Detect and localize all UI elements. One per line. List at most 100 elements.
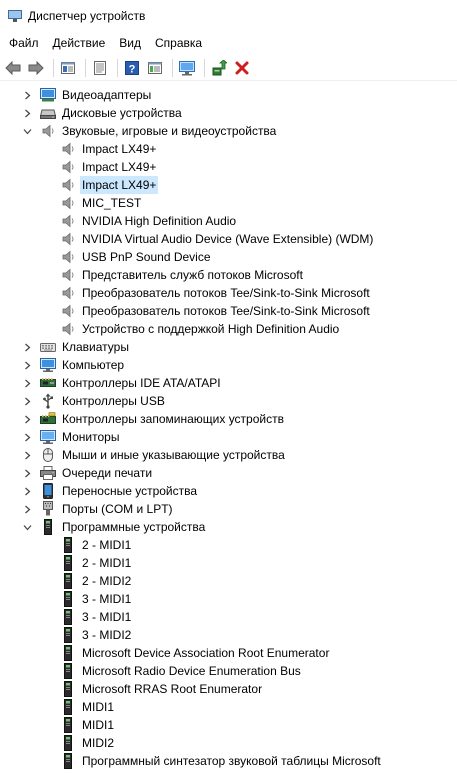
tree-category[interactable]: Видеоадаптеры [22,86,153,104]
view-icon[interactable] [145,58,165,78]
chevron-right-icon[interactable] [22,378,32,388]
keyboard-icon [40,339,56,355]
chevron-right-icon[interactable] [22,360,32,370]
uninstall-icon[interactable] [232,58,252,78]
tree-item-label: 2 - MIDI2 [82,574,132,588]
tree-device[interactable]: MIDI1 [60,716,116,734]
tree-item-label: Программные устройства [62,520,206,534]
tree-device[interactable]: Impact LX49+ [60,158,158,176]
tree-item-label: MIDI2 [82,736,115,750]
tree-category[interactable]: Дисковые устройства [22,104,184,122]
back-icon[interactable] [3,58,23,78]
software-device-icon [60,717,76,733]
tree-item-label: Очереди печати [62,466,153,480]
tree-device[interactable]: MIC_TEST [60,194,143,212]
toolbar-separator [172,58,173,77]
chevron-right-icon[interactable] [22,342,32,352]
software-device-icon [60,753,76,769]
tree-device[interactable]: Программный синтезатор звуковой таблицы … [60,752,383,770]
tree-item-label: Дисковые устройства [62,106,182,120]
tree-category[interactable]: Порты (COM и LPT) [22,500,175,518]
chevron-right-icon[interactable] [22,396,32,406]
tree-device[interactable]: 3 - MIDI1 [60,608,133,626]
tree-device[interactable]: 3 - MIDI1 [60,590,133,608]
tree-item-label: Microsoft Device Association Root Enumer… [82,646,330,660]
tree-device[interactable]: USB PnP Sound Device [60,248,213,266]
tree-device[interactable]: MIDI1 [60,698,116,716]
tree-device[interactable]: Microsoft Radio Device Enumeration Bus [60,662,303,680]
speaker-icon [60,267,76,283]
tree-category[interactable]: Клавиатуры [22,338,131,356]
forward-icon[interactable] [26,58,46,78]
tree-category[interactable]: Звуковые, игровые и видеоустройства [22,122,278,140]
menu-help[interactable]: Справка [148,33,209,53]
tree-category[interactable]: Переносные устройства [22,482,199,500]
speaker-icon [60,159,76,175]
tree-item-label: Звуковые, игровые и видеоустройства [62,124,277,138]
tree-category[interactable]: Программные устройства [22,518,207,536]
tree-item-label: Impact LX49+ [82,142,157,156]
tree-device[interactable]: NVIDIA Virtual Audio Device (Wave Extens… [60,230,375,248]
update-driver-icon[interactable] [209,58,229,78]
speaker-icon [60,177,76,193]
tree-item-label: MIDI1 [82,718,115,732]
tree-item-label: Контроллеры запоминающих устройств [62,412,284,426]
menu-file[interactable]: Файл [2,33,46,53]
chevron-right-icon[interactable] [22,414,32,424]
toolbar-separator [53,58,54,77]
tree-device[interactable]: Устройство с поддержкой High Definition … [60,320,341,338]
tree-device[interactable]: 2 - MIDI1 [60,536,133,554]
toolbar: ? [0,55,457,81]
tree-device[interactable]: Microsoft Device Association Root Enumer… [60,644,331,662]
tree-device[interactable]: NVIDIA High Definition Audio [60,212,238,230]
tree-device[interactable]: Представитель служб потоков Microsoft [60,266,305,284]
menu-view[interactable]: Вид [112,33,148,53]
chevron-right-icon[interactable] [22,108,32,118]
tree-item-label: 2 - MIDI1 [82,538,132,552]
details-icon[interactable] [90,58,110,78]
chevron-down-icon[interactable] [22,522,32,532]
tree-category[interactable]: Контроллеры IDE ATA/ATAPI [22,374,223,392]
chevron-down-icon[interactable] [22,126,32,136]
tree-device[interactable]: Преобразователь потоков Tee/Sink-to-Sink… [60,284,372,302]
chevron-right-icon[interactable] [22,468,32,478]
tree-category[interactable]: Компьютер [22,356,126,374]
monitor-scan-icon[interactable] [177,58,197,78]
chevron-right-icon[interactable] [22,486,32,496]
tree-device[interactable]: Преобразователь потоков Tee/Sink-to-Sink… [60,302,372,320]
tree-device[interactable]: Impact LX49+ [60,176,159,194]
tree-category[interactable]: Контроллеры запоминающих устройств [22,410,286,428]
chevron-right-icon[interactable] [22,432,32,442]
software-device-icon [60,645,76,661]
tree-item-label: 2 - MIDI1 [82,556,132,570]
tree-category[interactable]: Мыши и иные указывающие устройства [22,446,287,464]
properties-icon[interactable] [58,58,78,78]
tree-category[interactable]: Очереди печати [22,464,154,482]
tree-device[interactable]: Microsoft RRAS Root Enumerator [60,680,264,698]
tree-device[interactable]: 2 - MIDI2 [60,572,133,590]
tree-device[interactable]: Impact LX49+ [60,140,158,158]
menu-action[interactable]: Действие [46,33,113,53]
chevron-right-icon[interactable] [22,90,32,100]
window-title: Диспетчер устройств [28,9,146,23]
speaker-icon [60,213,76,229]
tree-device[interactable]: 2 - MIDI1 [60,554,133,572]
help-icon[interactable]: ? [122,58,142,78]
software-device-icon [60,609,76,625]
tree-item-label: Контроллеры IDE ATA/ATAPI [62,376,221,390]
tree-item-label: 3 - MIDI1 [82,592,132,606]
tree-item-label: Преобразователь потоков Tee/Sink-to-Sink… [82,286,370,300]
software-device-icon [60,681,76,697]
chevron-right-icon[interactable] [22,504,32,514]
tree-device[interactable]: MIDI2 [60,734,116,752]
tree-category[interactable]: Мониторы [22,428,121,446]
tree-item-label: Impact LX49+ [80,176,159,194]
tree-category[interactable]: Контроллеры USB [22,392,167,410]
tree-item-label: Порты (COM и LPT) [62,502,173,516]
tree-item-label: Microsoft RRAS Root Enumerator [82,682,263,696]
tree-device[interactable]: 3 - MIDI2 [60,626,133,644]
tree-item-label: Microsoft Radio Device Enumeration Bus [82,664,301,678]
speaker-icon [60,285,76,301]
chevron-right-icon[interactable] [22,450,32,460]
software-device-icon [60,699,76,715]
